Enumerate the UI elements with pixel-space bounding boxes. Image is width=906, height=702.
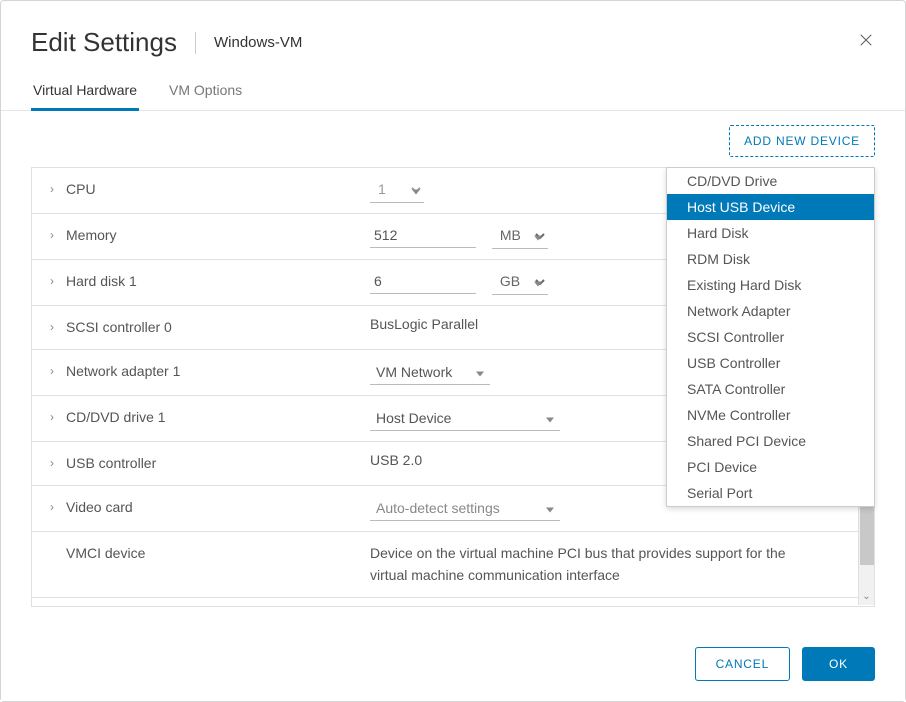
scsi-label: SCSI controller 0 xyxy=(66,319,172,335)
tab-bar: Virtual Hardware VM Options xyxy=(1,74,905,111)
dropdown-item[interactable]: NVMe Controller xyxy=(667,402,874,428)
chevron-right-icon[interactable]: › xyxy=(50,500,66,514)
memory-input[interactable] xyxy=(370,225,476,248)
chevron-right-icon[interactable]: › xyxy=(50,228,66,242)
dropdown-item[interactable]: Host USB Device xyxy=(667,194,874,220)
header-divider xyxy=(195,32,196,54)
tab-vm-options[interactable]: VM Options xyxy=(167,74,244,111)
cpu-label: CPU xyxy=(66,181,96,197)
dropdown-item[interactable]: Serial Port xyxy=(667,480,874,506)
dropdown-item[interactable]: RDM Disk xyxy=(667,246,874,272)
hard-disk-label: Hard disk 1 xyxy=(66,273,137,289)
network-label: Network adapter 1 xyxy=(66,363,180,379)
dropdown-item[interactable]: Hard Disk xyxy=(667,220,874,246)
tab-virtual-hardware[interactable]: Virtual Hardware xyxy=(31,74,139,111)
chevron-right-icon[interactable]: › xyxy=(50,364,66,378)
add-device-dropdown: CD/DVD DriveHost USB DeviceHard DiskRDM … xyxy=(666,167,875,507)
chevron-right-icon[interactable]: › xyxy=(50,456,66,470)
add-new-device-button[interactable]: ADD NEW DEVICE xyxy=(729,125,875,157)
memory-unit-select[interactable]: MB xyxy=(492,224,548,249)
chevron-right-icon[interactable]: › xyxy=(50,320,66,334)
dropdown-item[interactable]: Shared PCI Device xyxy=(667,428,874,454)
close-icon[interactable] xyxy=(857,31,875,54)
dropdown-item[interactable]: SCSI Controller xyxy=(667,324,874,350)
dialog-header: Edit Settings Windows-VM xyxy=(1,1,905,74)
content-area: › CPU 1 › Memory MB xyxy=(1,167,905,607)
chevron-right-icon[interactable]: › xyxy=(50,274,66,288)
cddvd-select[interactable]: Host Device xyxy=(370,406,560,431)
chevron-right-icon[interactable]: › xyxy=(50,182,66,196)
hard-disk-input[interactable] xyxy=(370,271,476,294)
row-other: › Other Additional Hardware xyxy=(32,597,874,607)
vm-name: Windows-VM xyxy=(214,34,302,51)
chevron-right-icon[interactable]: › xyxy=(50,410,66,424)
dropdown-item[interactable]: CD/DVD Drive xyxy=(667,168,874,194)
usb-label: USB controller xyxy=(66,455,156,471)
toolbar: ADD NEW DEVICE xyxy=(1,111,905,167)
memory-label: Memory xyxy=(66,227,117,243)
vmci-description: Device on the virtual machine PCI bus th… xyxy=(370,542,810,587)
dropdown-item[interactable]: Existing Hard Disk xyxy=(667,272,874,298)
chevron-down-icon[interactable]: ⌄ xyxy=(862,591,870,605)
network-select[interactable]: VM Network xyxy=(370,360,490,385)
hard-disk-unit-select[interactable]: GB xyxy=(492,270,548,295)
cddvd-label: CD/DVD drive 1 xyxy=(66,409,166,425)
dialog-footer: CANCEL OK xyxy=(1,627,905,701)
ok-button[interactable]: OK xyxy=(802,647,875,681)
video-select[interactable]: Auto-detect settings xyxy=(370,496,560,521)
dropdown-item[interactable]: Network Adapter xyxy=(667,298,874,324)
dialog-title: Edit Settings xyxy=(31,27,177,58)
cpu-select[interactable]: 1 xyxy=(370,178,424,203)
dropdown-item[interactable]: SATA Controller xyxy=(667,376,874,402)
dropdown-item[interactable]: PCI Device xyxy=(667,454,874,480)
vmci-label: VMCI device xyxy=(66,545,145,561)
dropdown-item[interactable]: USB Controller xyxy=(667,350,874,376)
row-vmci: VMCI device Device on the virtual machin… xyxy=(32,531,874,597)
video-label: Video card xyxy=(66,499,133,515)
cancel-button[interactable]: CANCEL xyxy=(695,647,790,681)
